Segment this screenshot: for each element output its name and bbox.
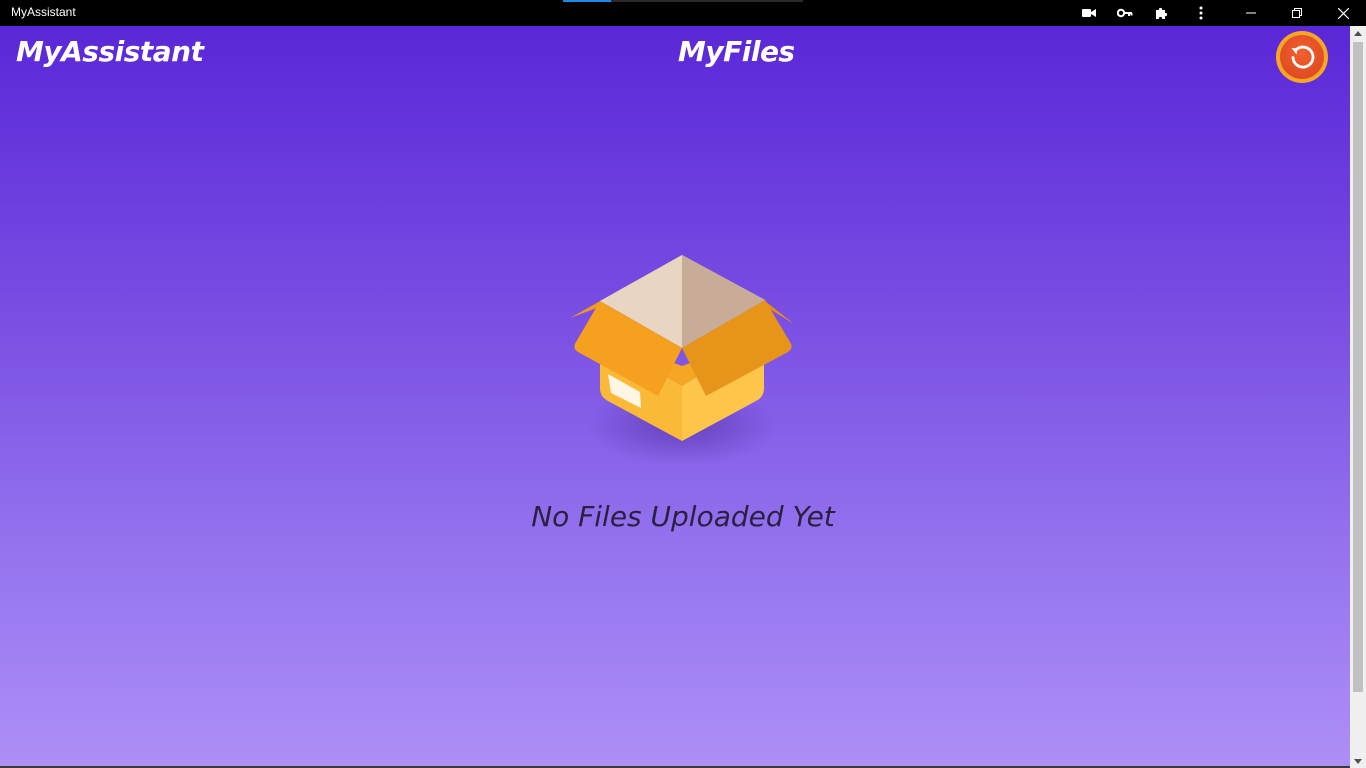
video-camera-icon[interactable] — [1078, 3, 1100, 23]
key-icon[interactable] — [1114, 3, 1136, 23]
more-vertical-icon[interactable] — [1190, 3, 1212, 23]
minimize-icon — [1246, 12, 1256, 14]
restore-button[interactable] — [1274, 0, 1320, 26]
open-box-icon — [560, 226, 805, 476]
brand-logo: MyAssistant — [16, 35, 204, 68]
page-title: MyFiles — [678, 35, 795, 68]
window-titlebar: MyAssistant — [0, 0, 1366, 26]
refresh-button[interactable] — [1276, 31, 1328, 83]
tab-indicator — [563, 0, 803, 2]
minimize-button[interactable] — [1228, 0, 1274, 26]
scrollbar-thumb[interactable] — [1353, 42, 1363, 692]
restore-icon — [1292, 8, 1302, 18]
scroll-up-icon[interactable] — [1350, 26, 1366, 40]
empty-state-message: No Files Uploaded Yet — [531, 500, 835, 533]
scroll-down-icon[interactable] — [1350, 754, 1366, 768]
close-icon — [1337, 7, 1349, 19]
window-title: MyAssistant — [11, 5, 76, 19]
extension-puzzle-icon[interactable] — [1150, 3, 1172, 23]
close-button[interactable] — [1320, 0, 1366, 26]
refresh-icon — [1291, 45, 1315, 69]
vertical-scrollbar[interactable] — [1350, 26, 1366, 768]
app-content: MyAssistant MyFiles No Files Uploaded Ye… — [0, 26, 1350, 766]
